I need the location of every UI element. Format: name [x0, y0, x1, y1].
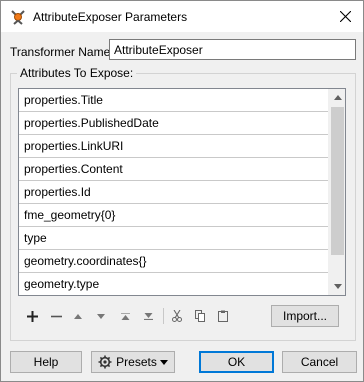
remove-icon[interactable] — [46, 305, 66, 327]
list-item[interactable]: properties.Content — [19, 158, 329, 181]
attributes-rows: properties.Title properties.PublishedDat… — [19, 89, 329, 295]
move-up-icon[interactable] — [68, 305, 88, 327]
scrollbar-thumb[interactable] — [331, 107, 344, 255]
list-item[interactable]: properties.Id — [19, 181, 329, 204]
gear-icon — [98, 355, 112, 369]
scroll-down-arrow-icon[interactable] — [329, 278, 345, 295]
help-button[interactable]: Help — [10, 351, 82, 373]
close-button[interactable] — [327, 1, 363, 32]
import-button[interactable]: Import... — [271, 305, 339, 327]
vertical-scrollbar[interactable] — [328, 89, 345, 295]
paste-icon[interactable] — [213, 305, 233, 327]
cut-icon[interactable] — [167, 305, 187, 327]
close-icon — [339, 11, 351, 22]
attributes-list[interactable]: properties.Title properties.PublishedDat… — [18, 88, 346, 296]
window-title: AttributeExposer Parameters — [33, 10, 188, 24]
list-item[interactable]: geometry.coordinates{} — [19, 250, 329, 273]
transformer-name-label: Transformer Name: — [10, 45, 114, 59]
move-to-top-icon[interactable] — [115, 305, 135, 327]
ok-button[interactable]: OK — [199, 351, 274, 373]
list-item[interactable]: type — [19, 227, 329, 250]
list-item[interactable]: properties.PublishedDate — [19, 112, 329, 135]
list-item[interactable]: properties.Title — [19, 89, 329, 112]
move-down-icon[interactable] — [91, 305, 111, 327]
add-icon[interactable] — [22, 305, 42, 327]
title-bar: AttributeExposer Parameters — [1, 1, 363, 32]
fme-transformer-icon — [9, 8, 27, 26]
toolbar-separator — [163, 308, 164, 324]
move-to-bottom-icon[interactable] — [138, 305, 158, 327]
presets-button[interactable]: Presets — [91, 351, 175, 373]
chevron-down-icon — [159, 358, 168, 367]
scroll-up-arrow-icon[interactable] — [329, 89, 345, 106]
cancel-button[interactable]: Cancel — [282, 351, 357, 373]
list-toolbar — [18, 305, 248, 327]
attributes-group-legend: Attributes To Expose: — [17, 66, 137, 80]
list-item[interactable]: geometry.type — [19, 273, 329, 295]
transformer-name-input[interactable] — [109, 39, 356, 60]
presets-label: Presets — [116, 355, 157, 369]
list-item[interactable]: fme_geometry{0} — [19, 204, 329, 227]
list-item[interactable]: properties.LinkURI — [19, 135, 329, 158]
copy-icon[interactable] — [190, 305, 210, 327]
dialog-window: AttributeExposer Parameters Transformer … — [0, 0, 364, 382]
